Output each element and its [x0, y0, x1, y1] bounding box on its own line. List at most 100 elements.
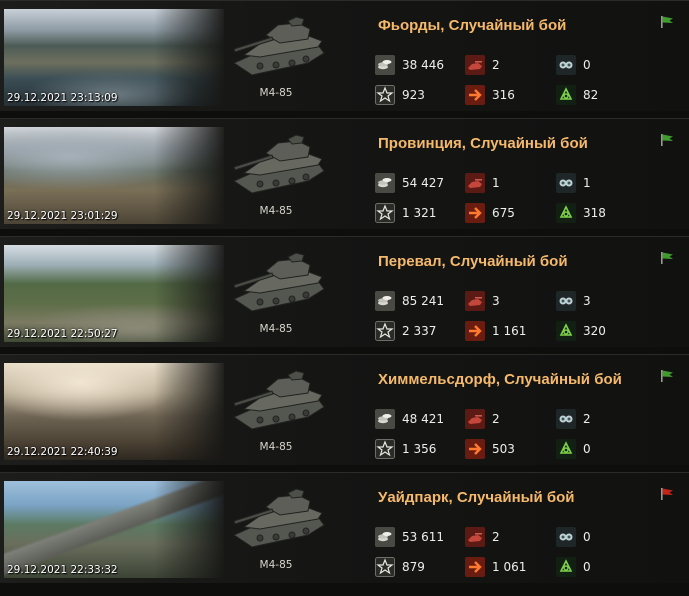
map-preview-image: 29.12.2021 22:50:27 [4, 245, 224, 342]
experience-value: 1 321 [402, 206, 437, 220]
destroyed-tank-icon [465, 173, 485, 193]
battle-title: Перевал, Случайный бой [378, 253, 568, 270]
damage-value: 316 [492, 88, 515, 102]
tank-icon [232, 370, 325, 430]
kills-value: 2 [492, 58, 500, 72]
defeat-flag-icon [661, 488, 673, 500]
destroyed-tank-icon [465, 291, 485, 311]
coins-icon [375, 527, 395, 547]
battle-datetime: 29.12.2021 22:50:27 [7, 328, 118, 340]
damage-value: 1 061 [492, 560, 527, 574]
star-icon [375, 321, 395, 341]
credits-stat: 53 611 [375, 527, 444, 547]
blocked-damage-icon [556, 439, 576, 459]
spotting-icon [556, 173, 576, 193]
assists-value: 3 [583, 294, 591, 308]
spotting-icon [556, 55, 576, 75]
kills-value: 3 [492, 294, 500, 308]
kills-value: 1 [492, 176, 500, 190]
destroyed-tank-icon [465, 527, 485, 547]
damage-arrow-icon [465, 85, 485, 105]
damage-arrow-icon [465, 321, 485, 341]
assists-stat: 0 [556, 55, 591, 75]
credits-value: 53 611 [402, 530, 444, 544]
assists-value: 0 [583, 530, 591, 544]
experience-value: 923 [402, 88, 425, 102]
battle-card[interactable]: 29.12.2021 23:01:29 M4-85 Провинция, Слу… [0, 118, 689, 229]
vehicle-name: M4-85 [259, 323, 293, 335]
assists-value: 1 [583, 176, 591, 190]
assists-value: 2 [583, 412, 591, 426]
vehicle-name: M4-85 [259, 559, 293, 571]
map-preview-image: 29.12.2021 23:01:29 [4, 127, 224, 224]
kills-value: 2 [492, 412, 500, 426]
blocked-damage-stat: 82 [556, 85, 598, 105]
battle-datetime: 29.12.2021 23:01:29 [7, 210, 118, 222]
kills-stat: 3 [465, 291, 500, 311]
coins-icon [375, 409, 395, 429]
assists-stat: 2 [556, 409, 591, 429]
battle-datetime: 29.12.2021 22:40:39 [7, 446, 118, 458]
battle-title: Провинция, Случайный бой [378, 135, 588, 152]
star-icon [375, 203, 395, 223]
map-preview-image: 29.12.2021 23:13:09 [4, 9, 224, 106]
assists-stat: 1 [556, 173, 591, 193]
blocked-damage-stat: 320 [556, 321, 606, 341]
battle-title: Уайдпарк, Случайный бой [378, 489, 575, 506]
experience-value: 2 337 [402, 324, 437, 338]
tank-icon [232, 488, 325, 548]
blocked-damage-stat: 318 [556, 203, 606, 223]
battle-card[interactable]: 29.12.2021 22:33:32 M4-85 Уайдпарк, Случ… [0, 472, 689, 583]
spotting-icon [556, 291, 576, 311]
experience-value: 1 356 [402, 442, 437, 456]
kills-stat: 1 [465, 173, 500, 193]
credits-value: 38 446 [402, 58, 444, 72]
battle-title: Химмельсдорф, Случайный бой [378, 371, 622, 388]
kills-stat: 2 [465, 409, 500, 429]
star-icon [375, 557, 395, 577]
spotting-icon [556, 527, 576, 547]
damage-arrow-icon [465, 439, 485, 459]
blocked-damage-stat: 0 [556, 557, 591, 577]
destroyed-tank-icon [465, 409, 485, 429]
damage-stat: 1 161 [465, 321, 526, 341]
victory-flag-icon [661, 16, 673, 28]
tank-icon [232, 16, 325, 76]
victory-flag-icon [661, 252, 673, 264]
damage-arrow-icon [465, 557, 485, 577]
damage-value: 675 [492, 206, 515, 220]
battle-results-list: 29.12.2021 23:13:09 M4-85 Фьорды, Случай… [0, 0, 689, 596]
damage-arrow-icon [465, 203, 485, 223]
battle-title: Фьорды, Случайный бой [378, 17, 567, 34]
tank-icon [232, 252, 325, 312]
blocked-damage-icon [556, 321, 576, 341]
damage-stat: 503 [465, 439, 515, 459]
blocked-damage-icon [556, 557, 576, 577]
blocked-damage-value: 318 [583, 206, 606, 220]
assists-stat: 0 [556, 527, 591, 547]
victory-flag-icon [661, 134, 673, 146]
credits-value: 85 241 [402, 294, 444, 308]
coins-icon [375, 173, 395, 193]
vehicle-name: M4-85 [259, 205, 293, 217]
kills-stat: 2 [465, 527, 500, 547]
tank-icon [232, 134, 325, 194]
star-icon [375, 85, 395, 105]
kills-stat: 2 [465, 55, 500, 75]
blocked-damage-value: 320 [583, 324, 606, 338]
damage-stat: 316 [465, 85, 515, 105]
battle-card[interactable]: 29.12.2021 22:40:39 M4-85 Химмельсдорф, … [0, 354, 689, 465]
experience-stat: 1 356 [375, 439, 436, 459]
experience-stat: 923 [375, 85, 425, 105]
assists-stat: 3 [556, 291, 591, 311]
spotting-icon [556, 409, 576, 429]
blocked-damage-value: 82 [583, 88, 599, 102]
victory-flag-icon [661, 370, 673, 382]
experience-stat: 2 337 [375, 321, 436, 341]
battle-card[interactable]: 29.12.2021 23:13:09 M4-85 Фьорды, Случай… [0, 0, 689, 111]
experience-stat: 879 [375, 557, 425, 577]
damage-value: 1 161 [492, 324, 527, 338]
battle-datetime: 29.12.2021 22:33:32 [7, 564, 118, 576]
blocked-damage-value: 0 [583, 560, 591, 574]
battle-card[interactable]: 29.12.2021 22:50:27 M4-85 Перевал, Случа… [0, 236, 689, 347]
